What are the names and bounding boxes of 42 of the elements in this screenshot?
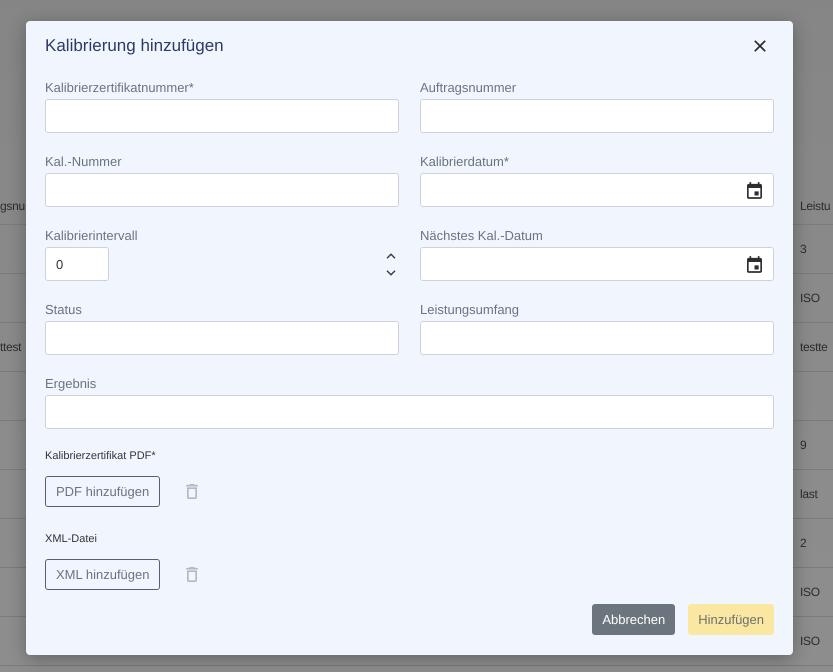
field-label: Kalibrierzertifikatnummer*	[45, 80, 195, 96]
number-field[interactable]: 0	[45, 247, 109, 281]
dialog-title: Kalibrierung hinzufügen	[45, 36, 224, 56]
upload-label: Kalibrierzertifikat PDF*	[45, 449, 156, 463]
date-field[interactable]	[420, 247, 774, 281]
field-label: Kal.-Nummer	[45, 154, 123, 170]
text-field[interactable]	[45, 321, 399, 355]
field-label: Nächstes Kal.-Datum	[420, 228, 544, 244]
close-icon[interactable]	[754, 40, 766, 52]
column-header: gsnu	[0, 199, 26, 213]
table-cell-text: ISO	[800, 585, 821, 599]
upload-button[interactable]: PDF hinzufügen	[45, 476, 160, 507]
upload-label: XML-Datei	[45, 532, 97, 546]
table-cell-text: 2	[800, 536, 808, 550]
text-field[interactable]	[45, 173, 399, 207]
text-field[interactable]	[45, 99, 399, 133]
table-cell-text: ISO	[800, 634, 821, 648]
chevron-down-icon[interactable]	[386, 270, 396, 276]
table-cell-text: 9	[800, 438, 808, 452]
calendar-icon[interactable]	[747, 256, 762, 272]
calendar-icon[interactable]	[747, 182, 762, 198]
field-label: Leistungsumfang	[420, 302, 520, 318]
cancel-button[interactable]: Abbrechen	[592, 604, 676, 635]
chevron-up-icon[interactable]	[386, 252, 396, 258]
table-cell-text: last	[800, 487, 819, 501]
trash-icon[interactable]	[186, 567, 198, 582]
table-cell-text: 3	[800, 242, 808, 256]
trash-icon[interactable]	[186, 484, 198, 499]
field-label: Auftragsnummer	[420, 80, 518, 96]
text-field[interactable]	[420, 99, 774, 133]
column-header: Leistu	[800, 199, 832, 213]
text-field[interactable]	[45, 395, 774, 429]
table-cell-text: ISO	[800, 291, 821, 305]
field-label: Ergebnis	[45, 376, 98, 392]
field-label: Kalibrierdatum*	[420, 154, 510, 170]
upload-button[interactable]: XML hinzufügen	[45, 559, 160, 590]
date-field[interactable]	[420, 173, 774, 207]
field-label: Kalibrierintervall	[45, 228, 138, 244]
table-cell-text: testte	[800, 340, 829, 354]
field-label: Status	[45, 302, 83, 318]
text-field[interactable]	[420, 321, 774, 355]
table-cell-text: ttest	[0, 340, 22, 354]
